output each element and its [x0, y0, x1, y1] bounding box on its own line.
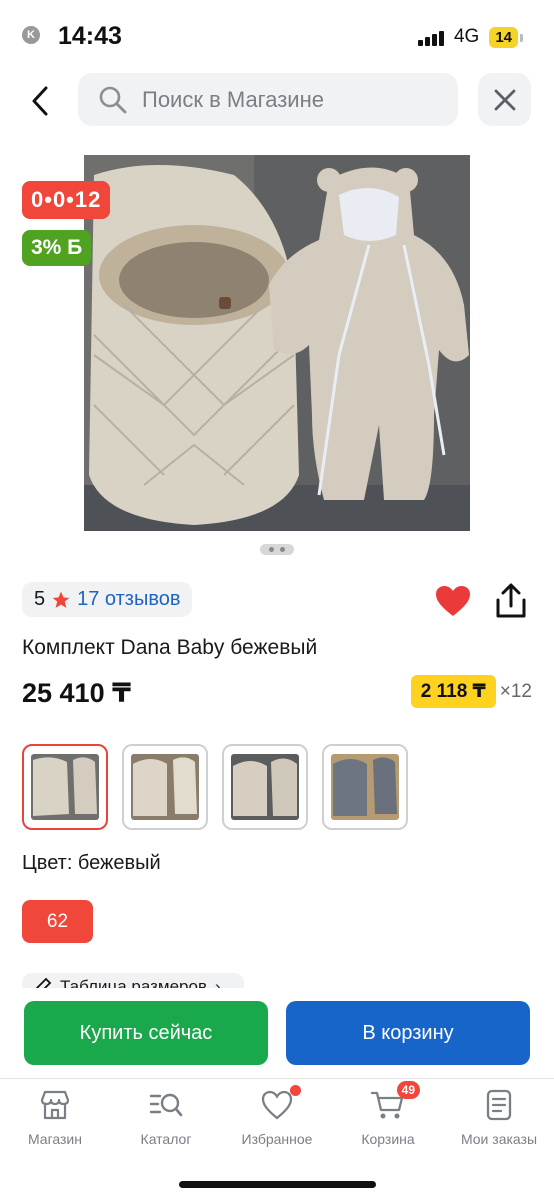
signal-icon — [417, 28, 444, 46]
nav-store[interactable]: Магазин — [0, 1087, 110, 1147]
heart-icon — [259, 1085, 301, 1123]
heart-filled-icon — [436, 586, 470, 616]
image-pager — [260, 544, 294, 555]
battery-icon: 14 — [489, 26, 523, 48]
thumbnail[interactable] — [122, 744, 208, 830]
reviews-link[interactable]: 17 отзывов — [77, 588, 180, 611]
installment-price: 2 118 ₸ — [410, 675, 496, 708]
rating-chip[interactable]: 5 17 отзывов — [22, 582, 193, 617]
thumbnail[interactable] — [222, 744, 308, 830]
nav-label: Корзина — [361, 1131, 415, 1147]
search-input[interactable]: Поиск в Магазине — [78, 73, 458, 126]
rating-value: 5 — [34, 588, 46, 610]
header: Поиск в Магазине — [0, 73, 554, 127]
thumbnail[interactable] — [22, 744, 108, 830]
nav-label: Каталог — [140, 1131, 192, 1147]
close-button[interactable] — [478, 73, 531, 126]
catalog-search-icon — [148, 1087, 184, 1123]
share-button[interactable] — [494, 582, 532, 622]
buy-now-button[interactable]: Купить сейчас — [24, 1001, 268, 1065]
star-icon — [52, 591, 70, 608]
status-bar: K 14:43 4G 14 — [0, 0, 554, 70]
nav-catalog[interactable]: Каталог — [111, 1087, 221, 1147]
cart-icon: 49 — [370, 1081, 420, 1123]
store-icon — [37, 1087, 73, 1123]
network-type: 4G — [453, 26, 480, 47]
bonus-badge: 3% Б — [22, 230, 92, 266]
thumbnail-image — [131, 754, 199, 820]
kaspi-app-icon: K — [22, 26, 40, 44]
size-option-selected[interactable]: 62 — [22, 900, 93, 943]
status-indicators: 4G 14 — [417, 26, 523, 48]
thumbnail-image — [231, 754, 299, 820]
status-time: 14:43 — [58, 22, 122, 50]
product-title: Комплект Dana Baby бежевый — [22, 636, 318, 659]
back-to-app[interactable]: K — [22, 26, 40, 44]
home-indicator[interactable] — [179, 1181, 376, 1188]
back-button[interactable] — [18, 81, 62, 121]
installment-months: ×12 — [499, 680, 532, 702]
share-icon — [496, 583, 526, 618]
installment-info: 2 118 ₸ ×12 — [410, 675, 532, 708]
thumbnail-image — [331, 754, 399, 820]
product-image[interactable] — [84, 155, 470, 531]
chevron-left-icon — [32, 86, 48, 116]
thumbnail-list — [22, 744, 408, 830]
thumbnail[interactable] — [322, 744, 408, 830]
thumbnail-image — [31, 754, 99, 820]
nav-label: Магазин — [27, 1131, 82, 1147]
cart-count-badge: 49 — [396, 1081, 420, 1099]
nav-favorites[interactable]: Избранное — [222, 1085, 332, 1147]
add-to-cart-button[interactable]: В корзину — [286, 1001, 530, 1065]
notification-dot — [290, 1085, 301, 1096]
orders-icon — [481, 1087, 517, 1123]
nav-cart[interactable]: 49 Корзина — [333, 1081, 443, 1147]
favorite-button[interactable] — [434, 584, 472, 620]
close-icon — [494, 89, 515, 110]
product-photo — [84, 155, 470, 531]
installment-badge: 0•0•12 — [22, 181, 111, 219]
action-bar: Купить сейчас В корзину — [0, 988, 554, 1078]
search-placeholder: Поиск в Магазине — [142, 86, 324, 112]
search-icon — [99, 86, 127, 113]
color-label: Цвет: бежевый — [22, 852, 161, 874]
nav-label: Мои заказы — [460, 1131, 538, 1147]
nav-label: Избранное — [241, 1131, 313, 1147]
product-price: 25 410 ₸ — [22, 678, 131, 708]
nav-orders[interactable]: Мои заказы — [444, 1087, 554, 1147]
